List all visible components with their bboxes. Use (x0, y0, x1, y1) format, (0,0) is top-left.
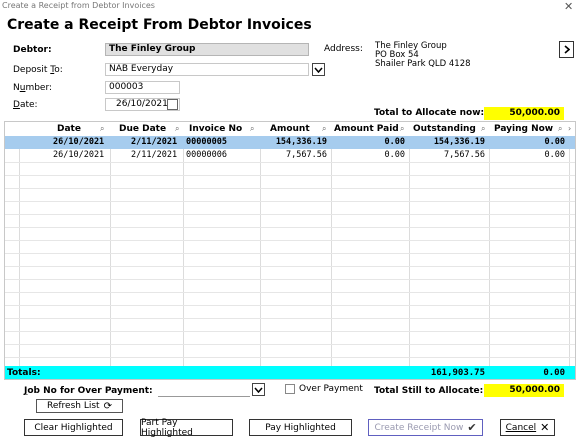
deposit-select[interactable]: NAB Everyday (105, 63, 309, 76)
cell-paying-now[interactable]: 0.00 (545, 150, 565, 160)
address-next-button[interactable] (559, 41, 574, 58)
chevron-right-icon (563, 45, 570, 54)
page-title: Create a Receipt From Debtor Invoices (7, 17, 312, 33)
refresh-list-button[interactable]: Refresh List ⟳ (36, 399, 123, 413)
search-icon[interactable]: ⌕ (250, 124, 254, 134)
address-block: The Finley Group PO Box 54 Shailer Park … (375, 42, 471, 69)
cell-due-date: 2/11/2021 (131, 137, 178, 147)
cell-due-date: 2/11/2021 (131, 150, 178, 160)
address-label: Address: (324, 44, 363, 54)
column-header-outstanding[interactable]: Outstanding (413, 124, 476, 134)
job-dropdown-button[interactable] (252, 383, 265, 396)
search-icon[interactable]: ⌕ (322, 124, 326, 134)
search-icon[interactable]: ⌕ (481, 124, 485, 134)
total-allocate-value[interactable]: 50,000.00 (484, 107, 564, 120)
table-row[interactable]: 26/10/2021 2/11/2021 00000005 154,336.19… (5, 136, 575, 149)
column-header-amount-paid[interactable]: Amount Paid (334, 124, 399, 134)
checkmark-icon: ✔ (467, 421, 477, 434)
over-payment-label: Over Payment (299, 384, 363, 394)
pay-highlighted-button[interactable]: Pay Highlighted (249, 419, 352, 436)
part-pay-highlighted-label: Part Pay Highlighted (141, 417, 193, 438)
chevron-down-icon (314, 67, 323, 73)
close-icon[interactable]: ✕ (564, 0, 573, 13)
cell-paying-now[interactable]: 0.00 (545, 137, 565, 147)
calendar-icon[interactable] (167, 99, 178, 110)
refresh-icon: ⟳ (103, 400, 112, 412)
cancel-button[interactable]: Cancel ✕ (500, 419, 555, 436)
search-icon[interactable]: ⌕ (400, 124, 404, 134)
job-select[interactable] (158, 383, 250, 397)
column-header-due-date[interactable]: Due Date (119, 124, 166, 134)
cell-amount: 154,336.19 (275, 137, 327, 147)
debtor-field[interactable]: The Finley Group (105, 43, 309, 56)
column-header-invoice-no[interactable]: Invoice No (189, 124, 242, 134)
pay-highlighted-label: Pay Highlighted (265, 422, 336, 433)
clear-highlighted-label: Clear Highlighted (34, 422, 113, 433)
totals-outstanding: 161,903.75 (430, 368, 485, 378)
clear-highlighted-button[interactable]: Clear Highlighted (24, 419, 123, 436)
part-pay-highlighted-button[interactable]: Part Pay Highlighted (140, 417, 233, 438)
refresh-label: Refresh List (47, 401, 100, 411)
still-allocate-value: 50,000.00 (484, 384, 564, 397)
search-icon[interactable]: ⌕ (100, 124, 104, 134)
create-receipt-label: Create Receipt Now (374, 422, 464, 433)
chevron-right-icon[interactable]: › (568, 124, 571, 133)
column-header-paying-now[interactable]: Paying Now (494, 124, 553, 134)
number-label: Number: (13, 83, 53, 93)
table-header: Date ⌕ Due Date ⌕ Invoice No ⌕ Amount ⌕ … (5, 122, 575, 137)
cell-amount-paid: 0.00 (384, 150, 405, 160)
cell-invoice-no: 00000005 (186, 137, 227, 147)
deposit-label: Deposit To: (13, 65, 63, 75)
create-receipt-button[interactable]: Create Receipt Now ✔ (368, 419, 483, 436)
cell-amount: 7,567.56 (286, 150, 327, 160)
deposit-dropdown-button[interactable] (312, 63, 325, 76)
window-title: Create a Receipt from Debtor Invoices (2, 1, 155, 10)
cell-date: 26/10/2021 (53, 137, 105, 147)
totals-row: Totals: 161,903.75 0.00 (5, 366, 575, 379)
totals-paying-now: 0.00 (543, 368, 565, 378)
over-payment-checkbox[interactable] (285, 384, 295, 394)
job-label: Job No for Over Payment: (24, 386, 153, 396)
cell-invoice-no: 00000006 (186, 150, 227, 160)
cell-outstanding: 7,567.56 (444, 150, 485, 160)
date-label: Date: (13, 100, 38, 110)
search-icon[interactable]: ⌕ (558, 124, 562, 134)
total-allocate-label: Total to Allocate now: (374, 108, 485, 118)
debtor-label: Debtor: (13, 45, 52, 55)
cancel-label: Cancel (505, 422, 537, 433)
search-icon[interactable]: ⌕ (175, 124, 179, 134)
number-field[interactable]: 000003 (105, 81, 180, 94)
chevron-down-icon (254, 387, 263, 393)
column-header-amount[interactable]: Amount (270, 124, 310, 134)
column-header-date[interactable]: Date (57, 124, 81, 134)
cell-amount-paid: 0.00 (384, 137, 405, 147)
cell-outstanding: 154,336.19 (433, 137, 485, 147)
cell-date: 26/10/2021 (53, 150, 105, 160)
cancel-x-icon: ✕ (540, 421, 550, 434)
invoice-table: Date ⌕ Due Date ⌕ Invoice No ⌕ Amount ⌕ … (4, 121, 576, 380)
address-line: Shailer Park QLD 4128 (375, 59, 471, 69)
totals-label: Totals: (7, 368, 41, 378)
table-row[interactable]: 26/10/2021 2/11/2021 00000006 7,567.56 0… (5, 149, 575, 162)
still-allocate-label: Total Still to Allocate: (374, 386, 484, 396)
